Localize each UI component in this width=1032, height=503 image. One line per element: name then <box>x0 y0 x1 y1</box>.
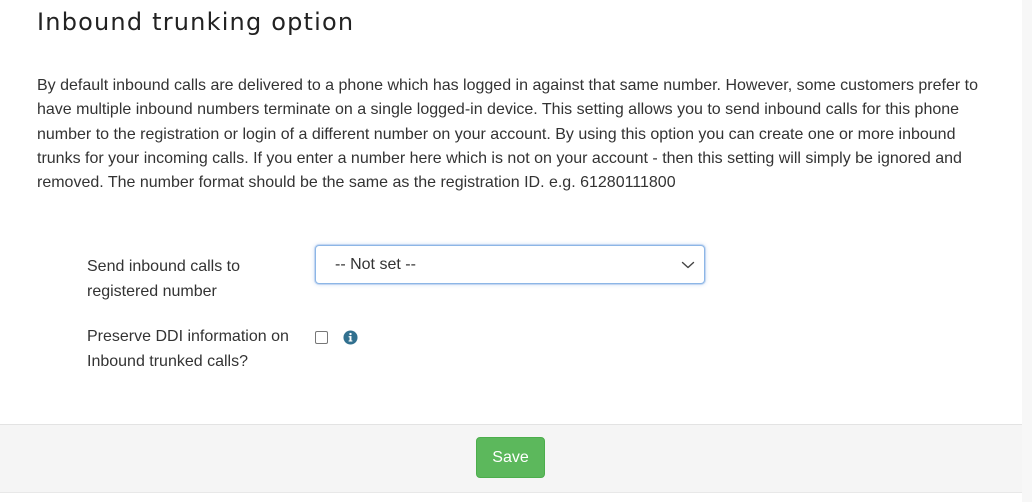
route-field-row: Send inbound calls to registered number … <box>87 245 705 304</box>
description-text: By default inbound calls are delivered t… <box>37 77 978 192</box>
form-footer: Save <box>0 424 1022 493</box>
save-button[interactable]: Save <box>476 437 545 478</box>
route-field-label: Send inbound calls to registered number <box>87 258 240 300</box>
info-icon[interactable] <box>343 330 358 345</box>
registered-number-select[interactable]: -- Not set -- <box>315 245 705 284</box>
bottom-edge <box>0 492 1022 503</box>
select-value: -- Not set -- <box>335 255 416 273</box>
preserve-ddi-checkbox[interactable] <box>315 331 328 344</box>
page-title: Inbound trunking option <box>37 8 355 36</box>
ddi-field-row: Preserve DDI information on Inbound trun… <box>87 325 358 374</box>
chevron-down-icon <box>681 261 695 269</box>
scrollbar-gutter <box>1022 0 1032 502</box>
ddi-field-label: Preserve DDI information on Inbound trun… <box>87 328 289 370</box>
